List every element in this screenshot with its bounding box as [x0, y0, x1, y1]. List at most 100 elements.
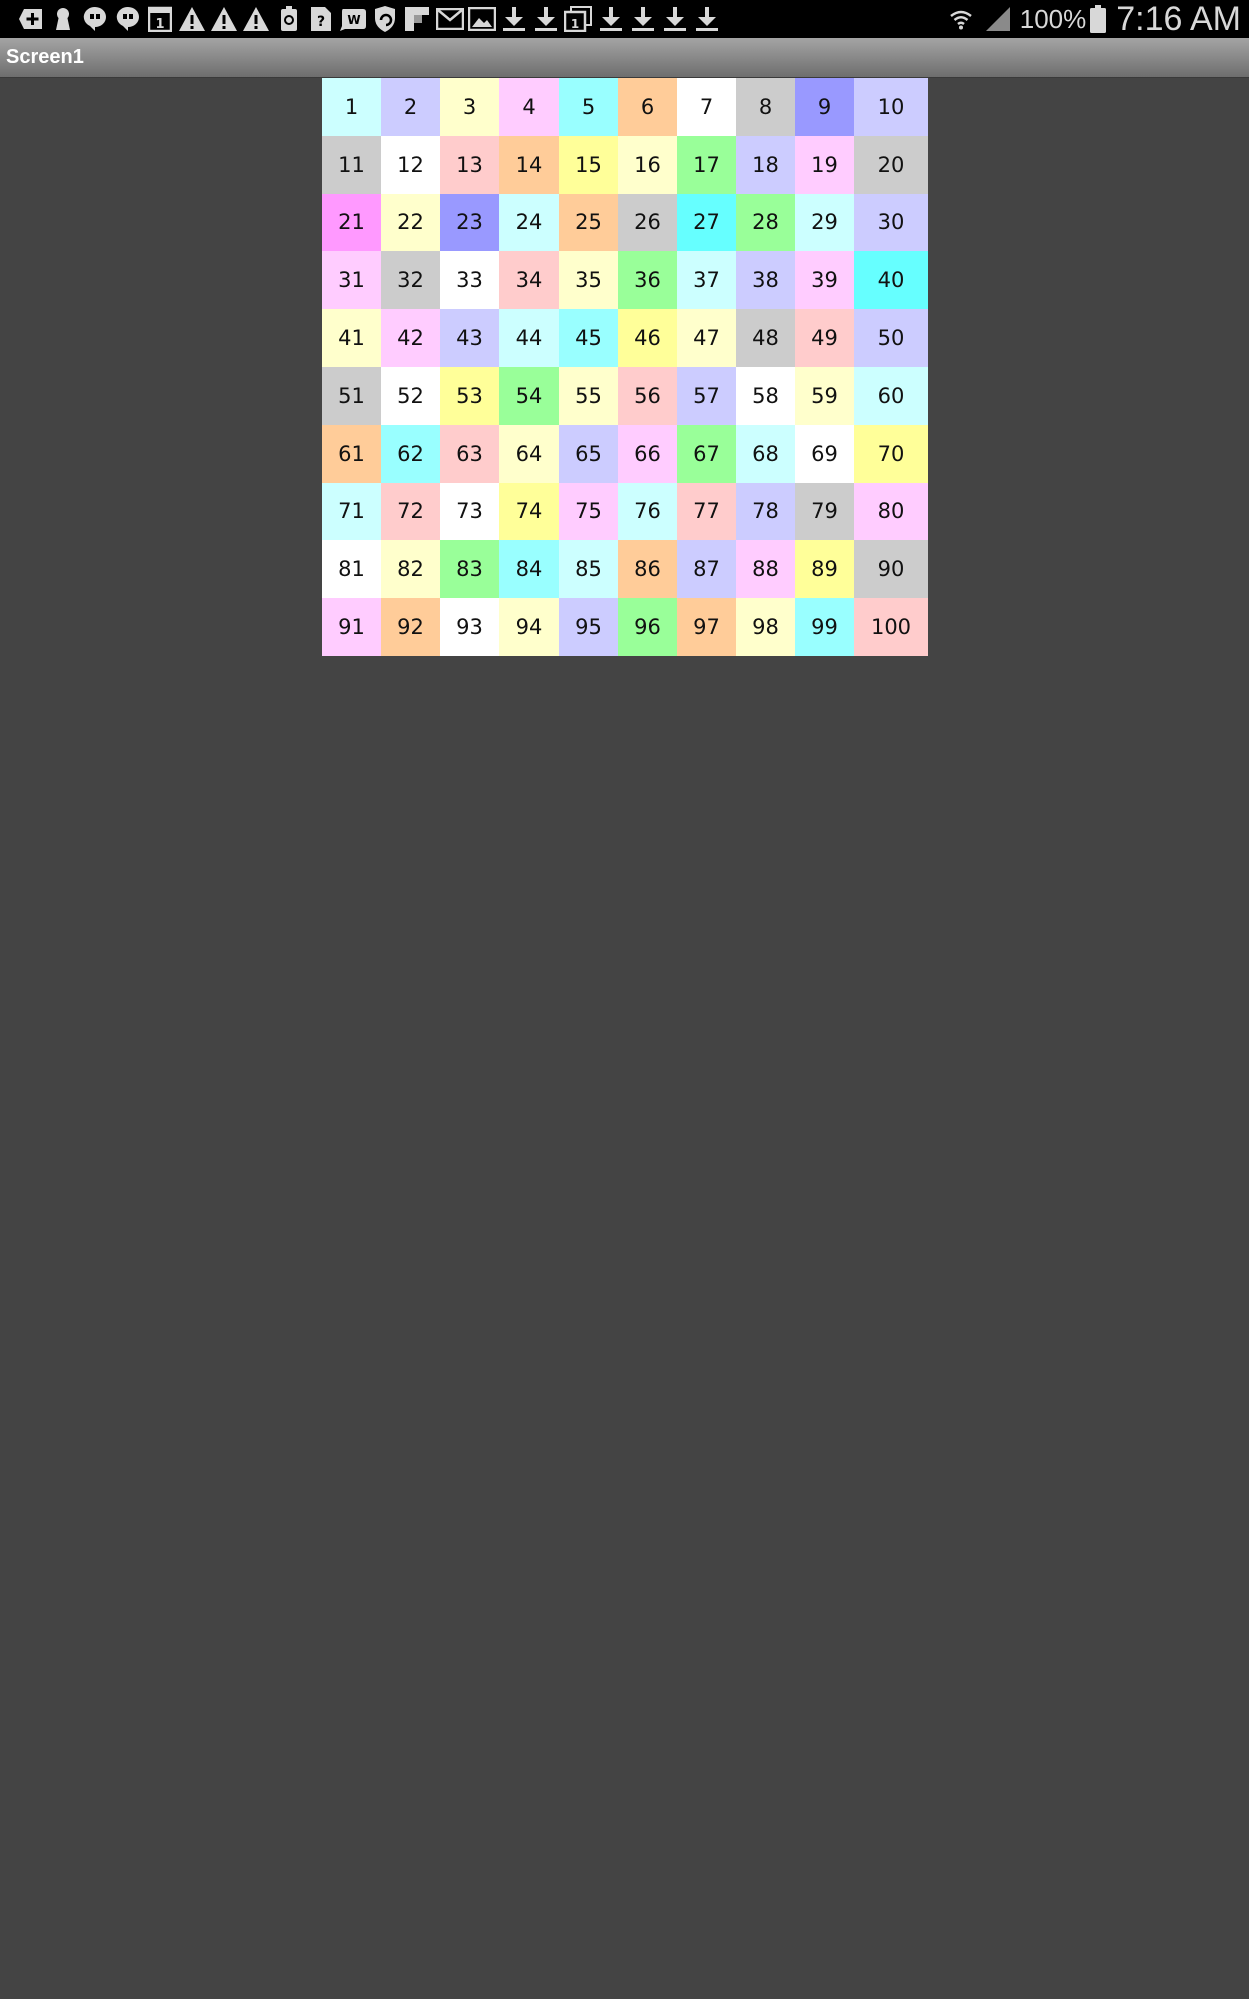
grid-cell[interactable]: 99 [795, 598, 854, 656]
grid-cell[interactable]: 20 [854, 135, 928, 194]
grid-cell[interactable]: 3 [440, 78, 499, 136]
grid-cell[interactable]: 52 [381, 366, 440, 425]
grid-cell[interactable]: 71 [322, 482, 381, 541]
grid-cell[interactable]: 25 [559, 193, 618, 252]
grid-cell[interactable]: 47 [677, 309, 736, 367]
grid-cell[interactable]: 87 [677, 540, 736, 599]
grid-cell[interactable]: 5 [559, 78, 618, 136]
grid-cell[interactable]: 73 [440, 482, 499, 541]
grid-cell[interactable]: 16 [618, 135, 677, 194]
grid-cell[interactable]: 76 [618, 482, 677, 541]
grid-cell[interactable]: 91 [322, 598, 381, 656]
grid-cell[interactable]: 86 [618, 540, 677, 599]
grid-cell[interactable]: 82 [381, 540, 440, 599]
grid-cell[interactable]: 66 [618, 424, 677, 483]
grid-cell[interactable]: 7 [677, 78, 736, 136]
grid-cell[interactable]: 6 [618, 78, 677, 136]
grid-cell[interactable]: 21 [322, 193, 381, 252]
grid-cell[interactable]: 62 [381, 424, 440, 483]
grid-cell[interactable]: 13 [440, 135, 499, 194]
grid-cell[interactable]: 74 [499, 482, 559, 541]
grid-cell[interactable]: 24 [499, 193, 559, 252]
grid-cell[interactable]: 30 [854, 193, 928, 252]
grid-cell[interactable]: 11 [322, 135, 381, 194]
grid-cell[interactable]: 57 [677, 366, 736, 425]
grid-cell[interactable]: 84 [499, 540, 559, 599]
grid-cell[interactable]: 81 [322, 540, 381, 599]
grid-cell[interactable]: 79 [795, 482, 854, 541]
grid-cell[interactable]: 78 [736, 482, 795, 541]
grid-cell[interactable]: 46 [618, 309, 677, 367]
grid-cell[interactable]: 65 [559, 424, 618, 483]
grid-cell[interactable]: 58 [736, 366, 795, 425]
grid-cell[interactable]: 26 [618, 193, 677, 252]
grid-cell[interactable]: 9 [795, 78, 854, 136]
grid-cell[interactable]: 38 [736, 251, 795, 310]
grid-cell[interactable]: 67 [677, 424, 736, 483]
grid-cell[interactable]: 54 [499, 366, 559, 425]
grid-cell[interactable]: 80 [854, 482, 928, 541]
grid-cell[interactable]: 4 [499, 78, 559, 136]
grid-cell[interactable]: 55 [559, 366, 618, 425]
grid-cell[interactable]: 32 [381, 251, 440, 310]
grid-cell[interactable]: 33 [440, 251, 499, 310]
grid-cell[interactable]: 69 [795, 424, 854, 483]
grid-cell[interactable]: 48 [736, 309, 795, 367]
grid-cell[interactable]: 19 [795, 135, 854, 194]
grid-cell[interactable]: 83 [440, 540, 499, 599]
grid-cell[interactable]: 70 [854, 424, 928, 483]
grid-cell[interactable]: 42 [381, 309, 440, 367]
grid-cell[interactable]: 23 [440, 193, 499, 252]
grid-cell[interactable]: 28 [736, 193, 795, 252]
grid-cell[interactable]: 10 [854, 78, 928, 136]
grid-cell[interactable]: 92 [381, 598, 440, 656]
grid-cell[interactable]: 35 [559, 251, 618, 310]
grid-cell[interactable]: 90 [854, 540, 928, 599]
grid-cell[interactable]: 45 [559, 309, 618, 367]
grid-cell[interactable]: 75 [559, 482, 618, 541]
grid-cell[interactable]: 27 [677, 193, 736, 252]
grid-cell[interactable]: 37 [677, 251, 736, 310]
grid-cell[interactable]: 18 [736, 135, 795, 194]
grid-cell[interactable]: 17 [677, 135, 736, 194]
grid-cell[interactable]: 2 [381, 78, 440, 136]
grid-cell[interactable]: 59 [795, 366, 854, 425]
grid-cell[interactable]: 89 [795, 540, 854, 599]
grid-cell[interactable]: 56 [618, 366, 677, 425]
grid-cell[interactable]: 50 [854, 309, 928, 367]
grid-cell[interactable]: 96 [618, 598, 677, 656]
grid-cell[interactable]: 51 [322, 366, 381, 425]
grid-cell[interactable]: 40 [854, 251, 928, 310]
grid-cell[interactable]: 31 [322, 251, 381, 310]
grid-cell[interactable]: 85 [559, 540, 618, 599]
grid-cell[interactable]: 97 [677, 598, 736, 656]
grid-cell[interactable]: 14 [499, 135, 559, 194]
grid-cell[interactable]: 8 [736, 78, 795, 136]
grid-cell[interactable]: 88 [736, 540, 795, 599]
grid-cell[interactable]: 49 [795, 309, 854, 367]
grid-cell[interactable]: 22 [381, 193, 440, 252]
grid-cell[interactable]: 95 [559, 598, 618, 656]
grid-cell[interactable]: 44 [499, 309, 559, 367]
grid-cell[interactable]: 77 [677, 482, 736, 541]
grid-cell[interactable]: 36 [618, 251, 677, 310]
grid-cell[interactable]: 93 [440, 598, 499, 656]
grid-cell[interactable]: 68 [736, 424, 795, 483]
grid-cell[interactable]: 15 [559, 135, 618, 194]
grid-cell[interactable]: 72 [381, 482, 440, 541]
grid-cell[interactable]: 29 [795, 193, 854, 252]
grid-cell[interactable]: 43 [440, 309, 499, 367]
grid-cell[interactable]: 60 [854, 366, 928, 425]
grid-cell[interactable]: 94 [499, 598, 559, 656]
grid-cell[interactable]: 53 [440, 366, 499, 425]
grid-cell[interactable]: 41 [322, 309, 381, 367]
grid-cell[interactable]: 100 [854, 598, 928, 656]
grid-cell[interactable]: 61 [322, 424, 381, 483]
grid-cell[interactable]: 34 [499, 251, 559, 310]
grid-cell[interactable]: 98 [736, 598, 795, 656]
grid-cell[interactable]: 1 [322, 78, 381, 136]
grid-cell[interactable]: 12 [381, 135, 440, 194]
grid-cell[interactable]: 39 [795, 251, 854, 310]
grid-cell[interactable]: 64 [499, 424, 559, 483]
grid-cell[interactable]: 63 [440, 424, 499, 483]
